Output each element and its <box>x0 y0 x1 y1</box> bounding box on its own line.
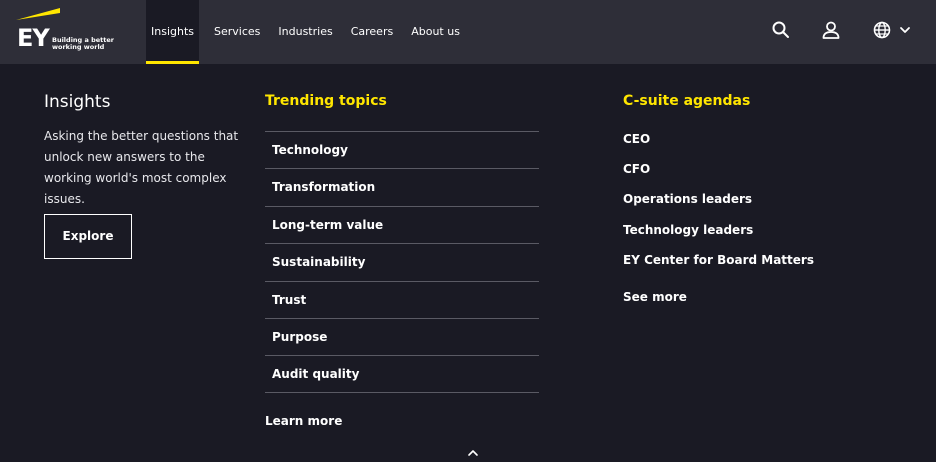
insights-intro: Insights Asking the better questions tha… <box>44 90 254 210</box>
learn-more-link[interactable]: Learn more <box>265 412 342 430</box>
search-icon[interactable] <box>771 20 791 40</box>
topic-link-transformation[interactable]: Transformation <box>265 168 539 205</box>
topic-link-sustainability[interactable]: Sustainability <box>265 243 539 280</box>
csuite-link-board-matters[interactable]: EY Center for Board Matters <box>623 250 814 280</box>
csuite-link-cfo[interactable]: CFO <box>623 159 814 189</box>
nav-item-services[interactable]: Services <box>209 0 265 64</box>
topic-link-purpose[interactable]: Purpose <box>265 317 539 355</box>
csuite-agendas-heading: C-suite agendas <box>623 93 751 109</box>
topic-link-long-term-value[interactable]: Long-term value <box>265 205 539 243</box>
chevron-down-icon[interactable] <box>899 24 911 36</box>
see-more-link[interactable]: See more <box>623 288 687 306</box>
csuite-link-ceo[interactable]: CEO <box>623 129 814 159</box>
topic-link-trust[interactable]: Trust <box>265 280 539 318</box>
section-title: Insights <box>44 92 111 112</box>
csuite-link-operations-leaders[interactable]: Operations leaders <box>623 189 814 219</box>
csuite-link-technology-leaders[interactable]: Technology leaders <box>623 220 814 250</box>
explore-button[interactable]: Explore <box>44 214 132 259</box>
nav-item-about-us[interactable]: About us <box>406 0 465 64</box>
nav-item-industries[interactable]: Industries <box>273 0 337 64</box>
nav-item-careers[interactable]: Careers <box>346 0 399 64</box>
user-icon[interactable] <box>821 20 841 40</box>
globe-icon[interactable] <box>872 20 892 40</box>
top-navigation-bar: EY Building a better working world Insig… <box>0 0 936 64</box>
topic-link-technology[interactable]: Technology <box>265 131 539 168</box>
nav-item-insights[interactable]: Insights <box>146 0 200 64</box>
logo-text: EY <box>17 24 50 52</box>
chevron-up-icon[interactable] <box>466 443 480 462</box>
ey-logo[interactable]: EY Building a better working world <box>16 8 126 54</box>
trending-topics-list: Technology Transformation Long-term valu… <box>265 131 539 393</box>
logo-tagline: Building a better working world <box>52 36 115 51</box>
trending-topics-heading: Trending topics <box>265 93 387 109</box>
topic-link-audit-quality[interactable]: Audit quality <box>265 355 539 393</box>
section-description: Asking the better questions that unlock … <box>44 129 239 206</box>
main-nav: Insights Services Industries Careers Abo… <box>146 0 473 64</box>
csuite-list: CEO CFO Operations leaders Technology le… <box>623 129 814 280</box>
